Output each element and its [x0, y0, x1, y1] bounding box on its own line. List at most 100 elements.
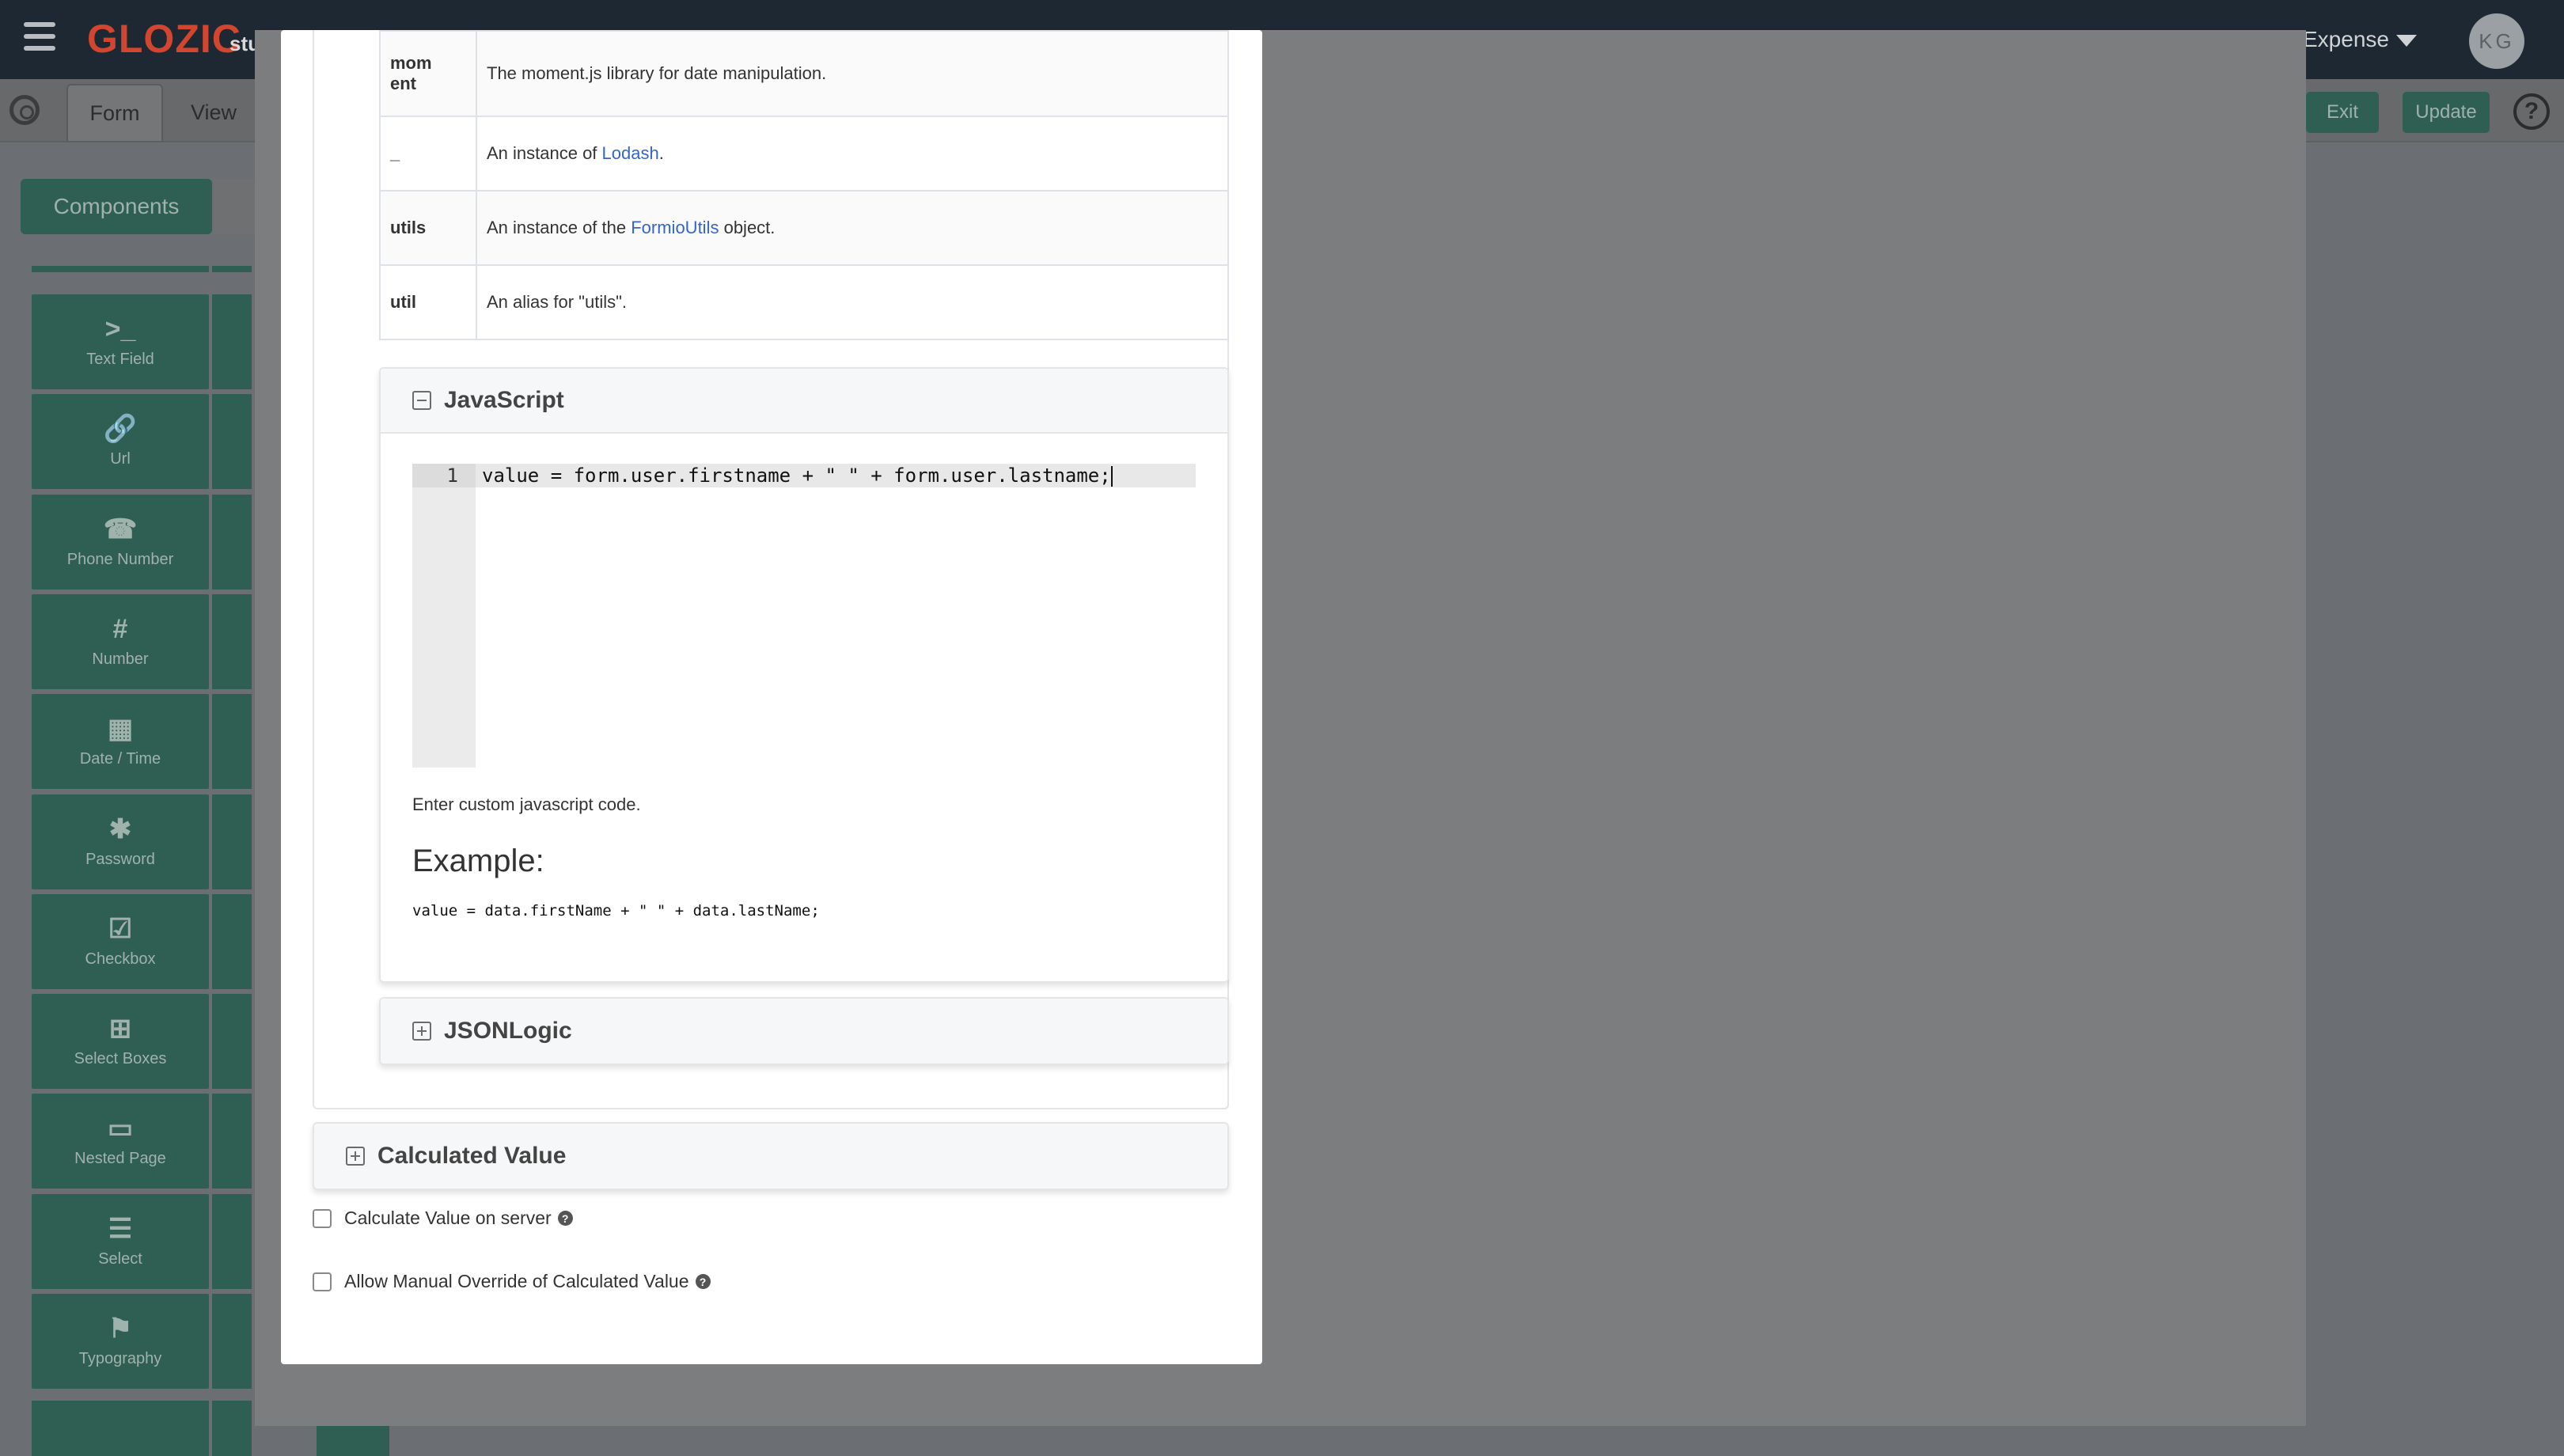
palette-item[interactable]: ⊞ Select Boxes	[32, 994, 209, 1089]
component-settings-modal: mom ent The moment.js library for date m…	[281, 30, 1262, 1364]
variable-name: mom ent	[379, 30, 477, 117]
flag-icon: ⚑	[108, 1313, 133, 1344]
gear-icon[interactable]	[9, 95, 40, 125]
variable-name: _	[379, 116, 477, 191]
javascript-panel-header[interactable]: JavaScript	[381, 369, 1227, 434]
example-heading: Example:	[412, 844, 544, 878]
palette-column-2-item[interactable]	[212, 794, 252, 889]
palette-column-2-item[interactable]	[212, 894, 252, 989]
palette-column-2-item[interactable]	[212, 694, 252, 789]
collapse-icon[interactable]	[412, 391, 431, 410]
palette-column-2-partial	[212, 1401, 252, 1456]
palette-item[interactable]: ☎ Phone Number	[32, 495, 209, 590]
variable-name: utils	[379, 190, 477, 266]
javascript-panel-title: JavaScript	[444, 387, 564, 413]
chevron-down-icon[interactable]	[2396, 35, 2417, 47]
code-line[interactable]: value = form.user.firstname + " " + form…	[482, 464, 1113, 487]
palette-column-2-item[interactable]	[212, 495, 252, 590]
components-tab-secondary[interactable]	[214, 179, 261, 234]
table-row: mom ent The moment.js library for date m…	[379, 30, 1229, 117]
jsonlogic-panel: JSONLogic	[379, 997, 1229, 1065]
expand-icon[interactable]	[346, 1147, 365, 1166]
user-avatar[interactable]: KG	[2469, 13, 2524, 69]
palette-item[interactable]: ⚑ Typography	[32, 1294, 209, 1389]
palette-column-2-item[interactable]	[212, 994, 252, 1089]
formioutils-link[interactable]: FormioUtils	[631, 218, 719, 237]
palette-item-label: Date / Time	[79, 749, 161, 768]
allow-override-label[interactable]: Allow Manual Override of Calculated Valu…	[344, 1271, 689, 1292]
question-icon[interactable]: ?	[557, 1211, 573, 1226]
palette-item[interactable]: ▦ Date / Time	[32, 694, 209, 789]
asterisk-icon: ✱	[108, 813, 132, 844]
question-icon[interactable]: ?	[695, 1274, 711, 1289]
palette-item[interactable]: ☑ Checkbox	[32, 894, 209, 989]
palette-item[interactable]: ▭ Nested Page	[32, 1094, 209, 1189]
palette-item[interactable]: ☰ Select	[32, 1194, 209, 1289]
jsonlogic-panel-header[interactable]: JSONLogic	[381, 999, 1227, 1064]
allow-override-row: Allow Manual Override of Calculated Valu…	[313, 1271, 711, 1292]
palette-item-label: Number	[92, 650, 149, 668]
editor-gutter	[412, 464, 476, 768]
terminal-icon: >_	[104, 313, 136, 344]
palette-item-label: Select Boxes	[74, 1049, 167, 1067]
variable-name: util	[379, 264, 477, 340]
palette-item-label: Select	[98, 1249, 142, 1268]
palette-item[interactable]: ✱ Password	[32, 794, 209, 889]
table-row: util An alias for "utils".	[379, 264, 1229, 340]
table-row: utils An instance of the FormioUtils obj…	[379, 190, 1229, 266]
palette-item-label: Typography	[78, 1349, 162, 1367]
palette-column-2-partial	[212, 266, 252, 272]
plus-square-icon: ⊞	[108, 1013, 132, 1044]
palette-item-partial	[32, 1401, 209, 1456]
palette-column-2-item[interactable]	[212, 394, 252, 489]
example-code: value = data.firstName + " " + data.last…	[412, 902, 820, 919]
help-icon[interactable]: ?	[2513, 93, 2550, 130]
javascript-panel: JavaScript 1 value = form.user.firstname…	[379, 367, 1229, 983]
palette-item-partial	[32, 266, 209, 272]
calc-on-server-row: Calculate Value on server ?	[313, 1208, 573, 1229]
palette-item-label: Url	[110, 449, 131, 468]
palette-column-2-item[interactable]	[212, 1094, 252, 1189]
tab-form[interactable]: Form	[66, 84, 163, 141]
variables-table: mom ent The moment.js library for date m…	[379, 30, 1229, 340]
tab-view[interactable]: View	[169, 84, 258, 141]
components-button[interactable]: Components	[21, 179, 212, 234]
palette-column-2-item[interactable]	[212, 1194, 252, 1289]
palette-item[interactable]: 🔗 Url	[32, 394, 209, 489]
hash-icon: #	[112, 613, 128, 644]
exit-button[interactable]: Exit	[2306, 92, 2379, 133]
code-editor[interactable]: 1 value = form.user.firstname + " " + fo…	[412, 464, 1196, 768]
palette-item[interactable]: >_ Text Field	[32, 294, 209, 389]
variable-description: An instance of Lodash.	[476, 116, 1229, 191]
checkbox-icon: ☑	[108, 913, 133, 944]
expand-icon[interactable]	[412, 1022, 431, 1041]
lodash-link[interactable]: Lodash	[602, 143, 659, 163]
variable-description: An alias for "utils".	[476, 264, 1229, 340]
editor-help-text: Enter custom javascript code.	[412, 794, 641, 814]
variable-description: An instance of the FormioUtils object.	[476, 190, 1229, 266]
phone-icon: ☎	[103, 514, 138, 544]
table-row: _ An instance of Lodash.	[379, 116, 1229, 191]
app-switcher[interactable]: Expense	[2303, 27, 2389, 52]
calc-on-server-label[interactable]: Calculate Value on server	[344, 1208, 552, 1229]
palette-item-label: Text Field	[86, 350, 154, 368]
card-icon: ▭	[107, 1113, 134, 1143]
update-button[interactable]: Update	[2403, 92, 2490, 133]
palette-column-2-item[interactable]	[212, 294, 252, 389]
allow-override-checkbox[interactable]	[313, 1272, 332, 1291]
jsonlogic-panel-title: JSONLogic	[444, 1018, 572, 1044]
link-icon: 🔗	[103, 413, 138, 444]
list-icon: ☰	[108, 1213, 133, 1244]
hamburger-menu-icon[interactable]	[24, 22, 55, 54]
palette-item-label: Checkbox	[85, 950, 156, 968]
palette-item[interactable]: # Number	[32, 594, 209, 689]
calculated-value-header[interactable]: Calculated Value	[313, 1122, 1229, 1190]
palette-item-label: Nested Page	[74, 1149, 166, 1167]
palette-item-label: Phone Number	[66, 550, 174, 568]
palette-column-2-item[interactable]	[212, 594, 252, 689]
calc-on-server-checkbox[interactable]	[313, 1208, 332, 1228]
palette-column-2-item[interactable]	[212, 1294, 252, 1389]
calculated-value-title: Calculated Value	[377, 1143, 567, 1169]
calendar-icon: ▦	[107, 713, 134, 744]
variable-description: The moment.js library for date manipulat…	[476, 30, 1229, 117]
